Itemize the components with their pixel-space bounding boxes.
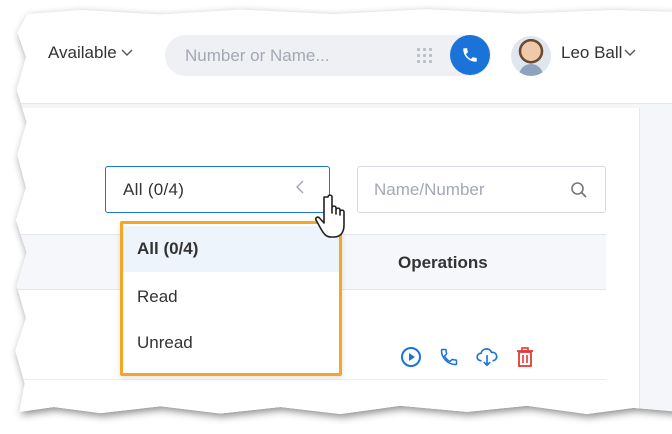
phone-icon [463,48,477,62]
dropdown-option-label: All (0/4) [137,239,199,258]
row-operations [400,346,536,368]
hand-pointer-icon [314,194,345,238]
delete-icon[interactable] [514,346,536,368]
read-status-filter[interactable]: All (0/4) [105,166,330,213]
dial-search-input[interactable]: Number or Name... [185,46,330,66]
status-label: Available [48,43,117,62]
status-selector[interactable]: Available [48,43,133,63]
chevron-left-icon [295,180,305,199]
call-button[interactable] [450,35,490,75]
filter-dropdown-menu: All (0/4) Read Unread [120,221,342,376]
name-number-search[interactable]: Name/Number [357,166,606,213]
dropdown-option-all[interactable]: All (0/4) [123,226,339,272]
dropdown-option-unread[interactable]: Unread [123,320,339,366]
play-icon[interactable] [400,346,422,368]
download-icon[interactable] [476,346,498,368]
filter-selected-value: All (0/4) [123,180,185,199]
name-search-input[interactable]: Name/Number [374,180,485,200]
dial-search-bar[interactable]: Number or Name... [165,35,491,76]
operations-column-header: Operations [398,253,488,272]
dropdown-option-read[interactable]: Read [123,274,339,320]
avatar[interactable] [511,36,551,76]
dialpad-icon[interactable] [417,48,433,64]
user-name: Leo Ball [561,43,623,62]
screenshot-frame: Available Number or Name... Leo Ball All… [15,9,672,414]
chevron-down-icon [121,48,133,60]
chevron-down-icon [624,48,636,60]
phone-icon[interactable] [438,346,460,368]
top-bar: Available Number or Name... Leo Ball [15,9,672,104]
search-icon[interactable] [570,181,588,199]
user-menu[interactable]: Leo Ball [561,43,636,63]
content-area: All (0/4) Name/Number Operations [15,104,672,414]
dropdown-option-label: Unread [137,333,193,352]
dropdown-option-label: Read [137,287,178,306]
